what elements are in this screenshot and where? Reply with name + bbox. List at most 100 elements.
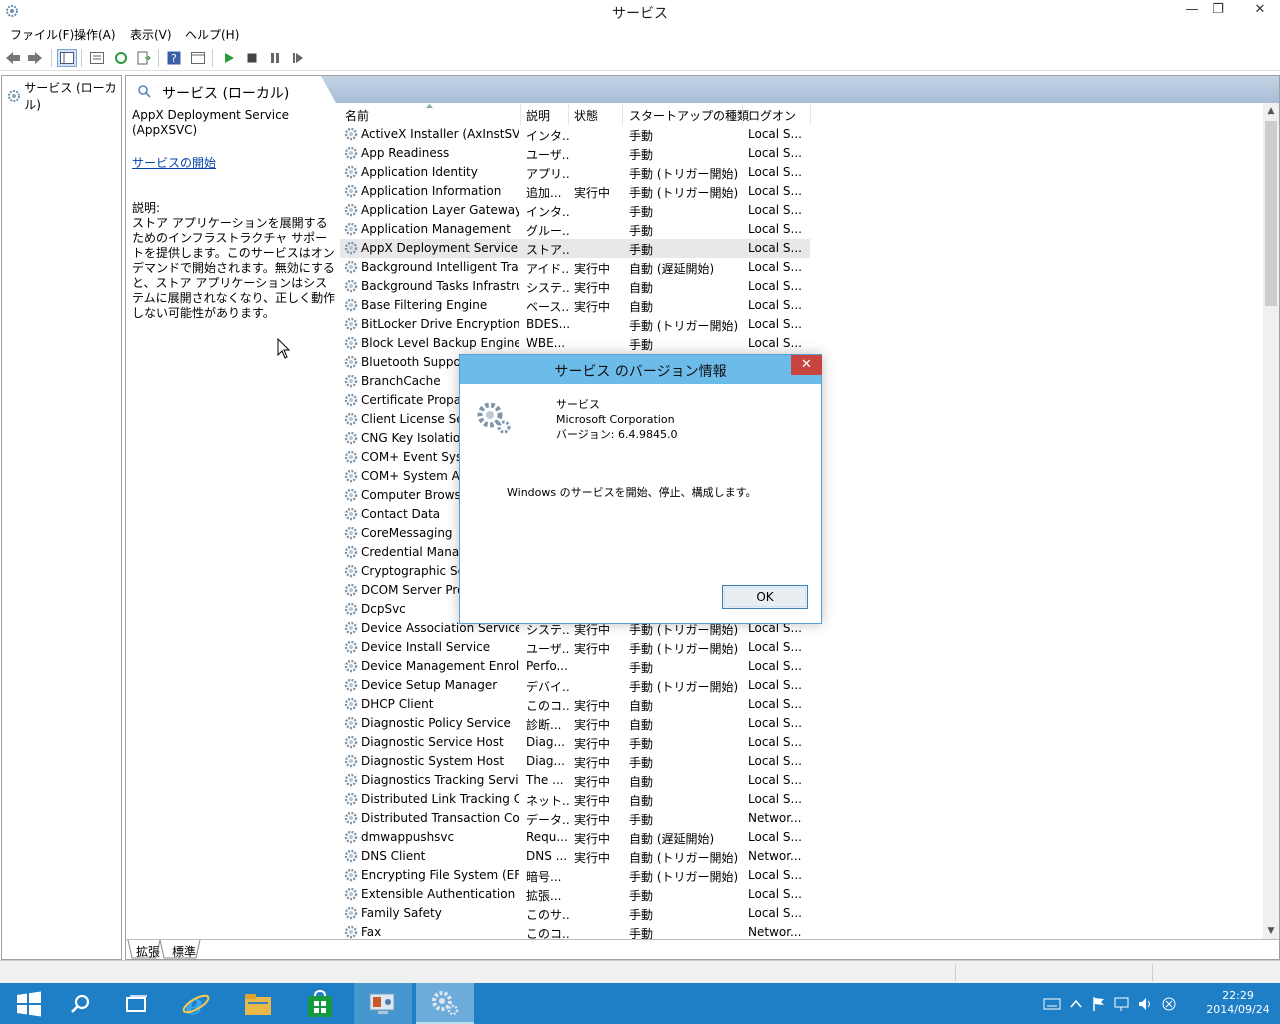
scroll-thumb[interactable]: [1265, 121, 1277, 306]
service-description: ベース...: [526, 300, 570, 314]
service-startup-type: 手動: [629, 661, 654, 675]
service-gear-icon: [343, 829, 359, 848]
properties-icon[interactable]: [87, 49, 107, 67]
service-logon: Local S...: [748, 203, 802, 217]
tab-standard[interactable]: 標準: [172, 943, 196, 960]
taskbar-clock[interactable]: 22:29 2014/09/24: [1196, 989, 1280, 1017]
vertical-scrollbar[interactable]: ▲ ▼: [1263, 103, 1279, 939]
company-name: Microsoft Corporation: [556, 413, 675, 426]
service-status: 実行中: [574, 262, 611, 276]
service-startup-type: 自動 (遅延開始): [629, 832, 715, 846]
service-row[interactable]: Application Information 追加... 実行中 手動 (トリガー開…: [340, 182, 810, 201]
refresh-icon[interactable]: [111, 49, 131, 67]
taskbar-file-explorer[interactable]: [229, 983, 287, 1024]
service-row[interactable]: Base Filtering Engine ベース... 実行中 自動 Local S.…: [340, 296, 810, 315]
service-gear-icon: [343, 563, 359, 582]
stop-service-icon[interactable]: [242, 49, 262, 67]
pane-header: サービス (ローカル): [126, 76, 1279, 103]
volume-icon[interactable]: [1137, 996, 1155, 1012]
service-row[interactable]: dmwappushsvc Requ... 実行中 自動 (遅延開始) Local S..…: [340, 828, 810, 847]
service-logon: Local S...: [748, 222, 802, 236]
service-gear-icon: [343, 677, 359, 696]
start-button[interactable]: [0, 983, 58, 1024]
service-row[interactable]: Block Level Backup Engine ... WBE... 手動 Loc…: [340, 334, 810, 353]
taskbar-server-manager[interactable]: [354, 983, 412, 1024]
service-row[interactable]: Encrypting File System (EFS) 暗号... 手動 (トリガ…: [340, 866, 810, 885]
service-row[interactable]: Application Layer Gateway ... インタ... 手動 Loc…: [340, 201, 810, 220]
taskbar-internet-explorer[interactable]: e: [167, 983, 225, 1024]
service-row[interactable]: DHCP Client このコ... 実行中 自動 Local S...: [340, 695, 810, 714]
service-gear-icon: [343, 582, 359, 601]
column-description[interactable]: 説明: [526, 107, 550, 124]
scroll-down-arrow-icon[interactable]: ▼: [1263, 923, 1279, 939]
restore-button[interactable]: ❐: [1204, 0, 1232, 20]
service-startup-type: 自動 (遅延開始): [629, 262, 715, 276]
column-logon[interactable]: ログオン: [748, 107, 796, 124]
service-row[interactable]: Background Tasks Infrastru... システ... 実行中 自動…: [340, 277, 810, 296]
service-row[interactable]: Diagnostics Tracking Service The ... 実行中 自動…: [340, 771, 810, 790]
service-gear-icon: [343, 544, 359, 563]
service-description: このコ...: [526, 927, 570, 939]
taskbar-services[interactable]: [416, 983, 474, 1024]
service-row[interactable]: Distributed Transaction Co... データ... 実行中 手動…: [340, 809, 810, 828]
help-icon[interactable]: ?: [164, 49, 184, 67]
menu-view[interactable]: 表示(V): [130, 26, 172, 43]
service-row[interactable]: Fax このコ... 手動 Networ...: [340, 923, 810, 939]
menu-action[interactable]: 操作(A): [74, 26, 116, 43]
service-row[interactable]: Diagnostic Service Host Diag... 実行中 手動 Local…: [340, 733, 810, 752]
dialog-close-button[interactable]: ✕: [791, 355, 822, 375]
minimize-button[interactable]: —: [1178, 0, 1206, 20]
column-startup-type[interactable]: スタートアップの種類: [629, 107, 749, 124]
column-name[interactable]: 名前: [345, 107, 369, 124]
restart-service-icon[interactable]: [288, 49, 308, 67]
service-row[interactable]: Application Management グルー... 手動 Local S...: [340, 220, 810, 239]
service-row[interactable]: AppX Deployment Service (... ストア... 手動 Loca…: [340, 239, 810, 258]
export-list-icon[interactable]: [134, 49, 154, 67]
keyboard-icon[interactable]: [1043, 997, 1061, 1011]
console-tree-icon[interactable]: [57, 49, 77, 67]
status-x-icon[interactable]: [1161, 996, 1177, 1012]
forward-arrow-icon[interactable]: [25, 49, 45, 67]
pause-service-icon[interactable]: [265, 49, 285, 67]
tree-item-services-local[interactable]: サービス (ローカル): [6, 79, 121, 113]
service-name: Encrypting File System (EFS): [361, 868, 519, 882]
start-service-icon[interactable]: [219, 49, 239, 67]
service-row[interactable]: Device Install Service ユーザ... 実行中 手動 (トリガー開…: [340, 638, 810, 657]
network-icon[interactable]: [1113, 996, 1131, 1012]
service-row[interactable]: Diagnostic System Host Diag... 実行中 手動 Local …: [340, 752, 810, 771]
service-row[interactable]: Distributed Link Tracking Cl... ネット... 実行中…: [340, 790, 810, 809]
ok-button[interactable]: OK: [722, 585, 808, 609]
service-name: DNS Client: [361, 849, 426, 863]
taskbar-search[interactable]: [51, 983, 109, 1024]
menu-help[interactable]: ヘルプ(H): [185, 26, 239, 43]
service-logon: Local S...: [748, 241, 802, 255]
service-row[interactable]: Application Identity アプリ... 手動 (トリガー開始) Loc…: [340, 163, 810, 182]
show-hide-action-pane-icon[interactable]: [188, 49, 208, 67]
taskbar-task-view[interactable]: [108, 983, 166, 1024]
service-row[interactable]: Family Safety このサ... 手動 Local S...: [340, 904, 810, 923]
sort-ascending-icon: [426, 104, 433, 108]
back-arrow-icon[interactable]: [3, 49, 23, 67]
service-row[interactable]: Diagnostic Policy Service 診断... 実行中 自動 Local…: [340, 714, 810, 733]
show-hidden-icons-icon[interactable]: [1069, 997, 1083, 1011]
service-row[interactable]: Extensible Authentication P... 拡張... 手動 Loc…: [340, 885, 810, 904]
service-row[interactable]: Device Setup Manager デバイ... 手動 (トリガー開始) Loc…: [340, 676, 810, 695]
service-row[interactable]: BitLocker Drive Encryption ... BDES... 手動 …: [340, 315, 810, 334]
action-center-flag-icon[interactable]: [1091, 996, 1107, 1012]
service-description: ストア アプリケーションを展開するためのインフラストラクチャ サポートを提供しま…: [132, 216, 336, 320]
service-row[interactable]: DNS Client DNS ... 実行中 自動 (トリガー開始) Networ...: [340, 847, 810, 866]
close-button[interactable]: ✕: [1240, 0, 1280, 20]
service-row[interactable]: Device Management Enroll... Perfo... 手動 Loc…: [340, 657, 810, 676]
tab-extended[interactable]: 拡張: [136, 943, 160, 960]
taskbar-store[interactable]: [291, 983, 349, 1024]
column-status[interactable]: 状態: [574, 107, 598, 124]
start-service-link[interactable]: サービスの開始: [132, 156, 338, 171]
service-row[interactable]: Background Intelligent Tran... アイド... 実行中 自…: [340, 258, 810, 277]
service-startup-type: 手動: [629, 129, 654, 143]
service-row[interactable]: ActiveX Installer (AxInstSV) インタ... 手動 Loca…: [340, 125, 810, 144]
service-row[interactable]: App Readiness ユーザ... 手動 Local S...: [340, 144, 810, 163]
service-startup-type: 自動: [629, 775, 654, 789]
scroll-up-arrow-icon[interactable]: ▲: [1263, 103, 1279, 119]
menu-file[interactable]: ファイル(F): [10, 26, 74, 43]
service-description: ユーザ...: [526, 148, 570, 162]
